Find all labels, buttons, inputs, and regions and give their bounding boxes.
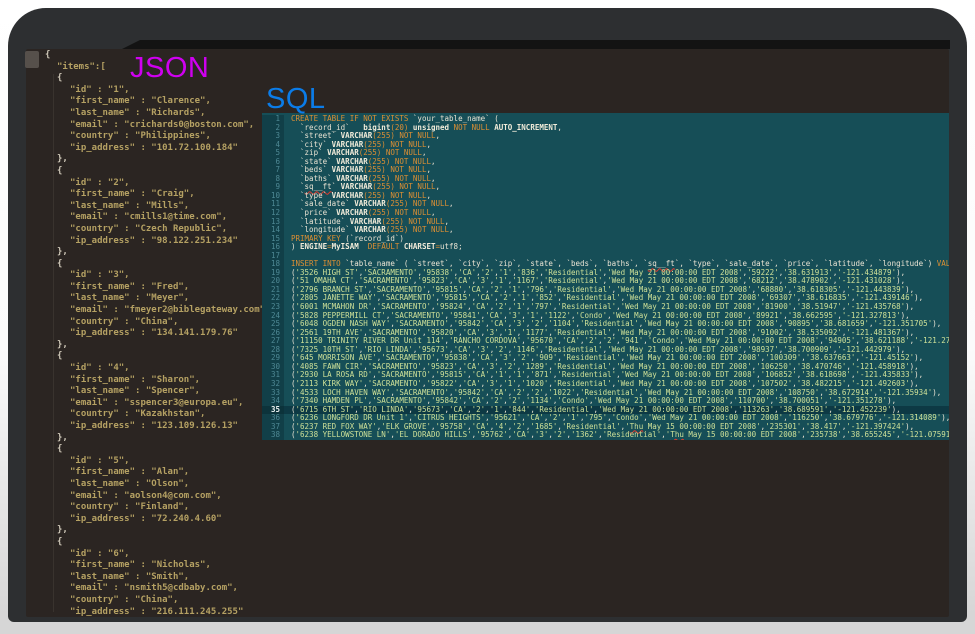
json-line: "first_name" : "Craig", [45, 189, 270, 201]
json-line: "first_name" : "Alan", [45, 467, 270, 479]
json-line: "first_name" : "Nicholas", [45, 560, 270, 572]
json-line: { [45, 537, 270, 549]
monitor-frame: {"items":[{"id" : "1","first_name" : "Cl… [8, 8, 967, 622]
json-line: "country" : "Philippines", [45, 131, 270, 143]
line-number: 2 [262, 124, 284, 133]
json-line: "last_name" : "Meyer", [45, 293, 270, 305]
json-line: }, [45, 154, 270, 166]
json-line: "ip_address" : "98.122.251.234" [45, 236, 270, 248]
json-line: "id" : "5", [45, 456, 270, 468]
sql-line: 16) ENGINE=MyISAM DEFAULT CHARSET=utf8; [262, 243, 949, 252]
json-line: "country" : "Kazakhstan", [45, 409, 270, 421]
json-line: }, [45, 525, 270, 537]
json-line: }, [45, 247, 270, 259]
sql-line: 38('6238 YELLOWSTONE LN','EL DORADO HILL… [262, 431, 949, 440]
editor-tab-strip [122, 40, 950, 49]
json-line: "country" : "Czech Republic", [45, 224, 270, 236]
json-line: "email" : "aolson4@com.com", [45, 491, 270, 503]
json-line: "id" : "3", [45, 270, 270, 282]
line-number: 6 [262, 158, 284, 167]
json-line: "country" : "China", [45, 595, 270, 607]
json-line: "last_name" : "Spencer", [45, 386, 270, 398]
json-line: "id" : "6", [45, 549, 270, 561]
json-line: "id" : "4", [45, 363, 270, 375]
json-line: "last_name" : "Mills", [45, 201, 270, 213]
json-label: JSON [130, 52, 209, 85]
sql-panel[interactable]: 1CREATE TABLE IF NOT EXISTS `your_table_… [262, 113, 949, 440]
json-line: "ip_address" : "134.141.179.76" [45, 328, 270, 340]
line-number: 4 [262, 141, 284, 150]
json-line: { [45, 259, 270, 271]
gutter-marker [25, 51, 39, 68]
json-line: "email" : "cmills1@time.com", [45, 212, 270, 224]
json-line: "first_name" : "Fred", [45, 282, 270, 294]
json-line: "ip_address" : "101.72.100.184" [45, 143, 270, 155]
code-editor: {"items":[{"id" : "1","first_name" : "Cl… [26, 49, 949, 617]
json-line: }, [45, 340, 270, 352]
line-number: 1 [262, 115, 284, 124]
json-code[interactable]: {"items":[{"id" : "1","first_name" : "Cl… [45, 50, 270, 617]
json-line: "country" : "China", [45, 317, 270, 329]
line-number: 5 [262, 149, 284, 158]
json-line: { [45, 166, 270, 178]
json-line: "id" : "2", [45, 178, 270, 190]
json-line: "last_name" : "Richards", [45, 108, 270, 120]
json-line: "last_name" : "Smith", [45, 572, 270, 584]
json-line: "email" : "crichards0@boston.com", [45, 120, 270, 132]
json-line: "ip_address" : "123.109.126.13" [45, 421, 270, 433]
json-line: { [45, 351, 270, 363]
json-line: "ip_address" : "216.111.245.255" [45, 607, 270, 618]
json-line: "first_name" : "Clarence", [45, 96, 270, 108]
line-number: 38 [262, 431, 284, 440]
json-line: "email" : "nsmith5@cdbaby.com", [45, 583, 270, 595]
sql-label: SQL [266, 83, 326, 116]
json-line: }, [45, 433, 270, 445]
sql-code-text: ) ENGINE=MyISAM DEFAULT CHARSET=utf8; [284, 243, 949, 252]
line-number: 8 [262, 175, 284, 184]
json-line: "ip_address" : "72.240.4.60" [45, 514, 270, 526]
json-line: "first_name" : "Sharon", [45, 375, 270, 387]
json-line: "country" : "Finland", [45, 502, 270, 514]
json-line: "email" : "sspencer3@europa.eu", [45, 398, 270, 410]
json-line: { [45, 444, 270, 456]
json-line: "last_name" : "Olson", [45, 479, 270, 491]
line-number: 7 [262, 166, 284, 175]
json-line: "email" : "fmeyer2@biblegateway.com", [45, 305, 270, 317]
sql-code-text: ('6238 YELLOWSTONE LN','EL DORADO HILLS'… [284, 431, 949, 440]
line-number: 3 [262, 132, 284, 141]
json-line: "id" : "1", [45, 85, 270, 97]
